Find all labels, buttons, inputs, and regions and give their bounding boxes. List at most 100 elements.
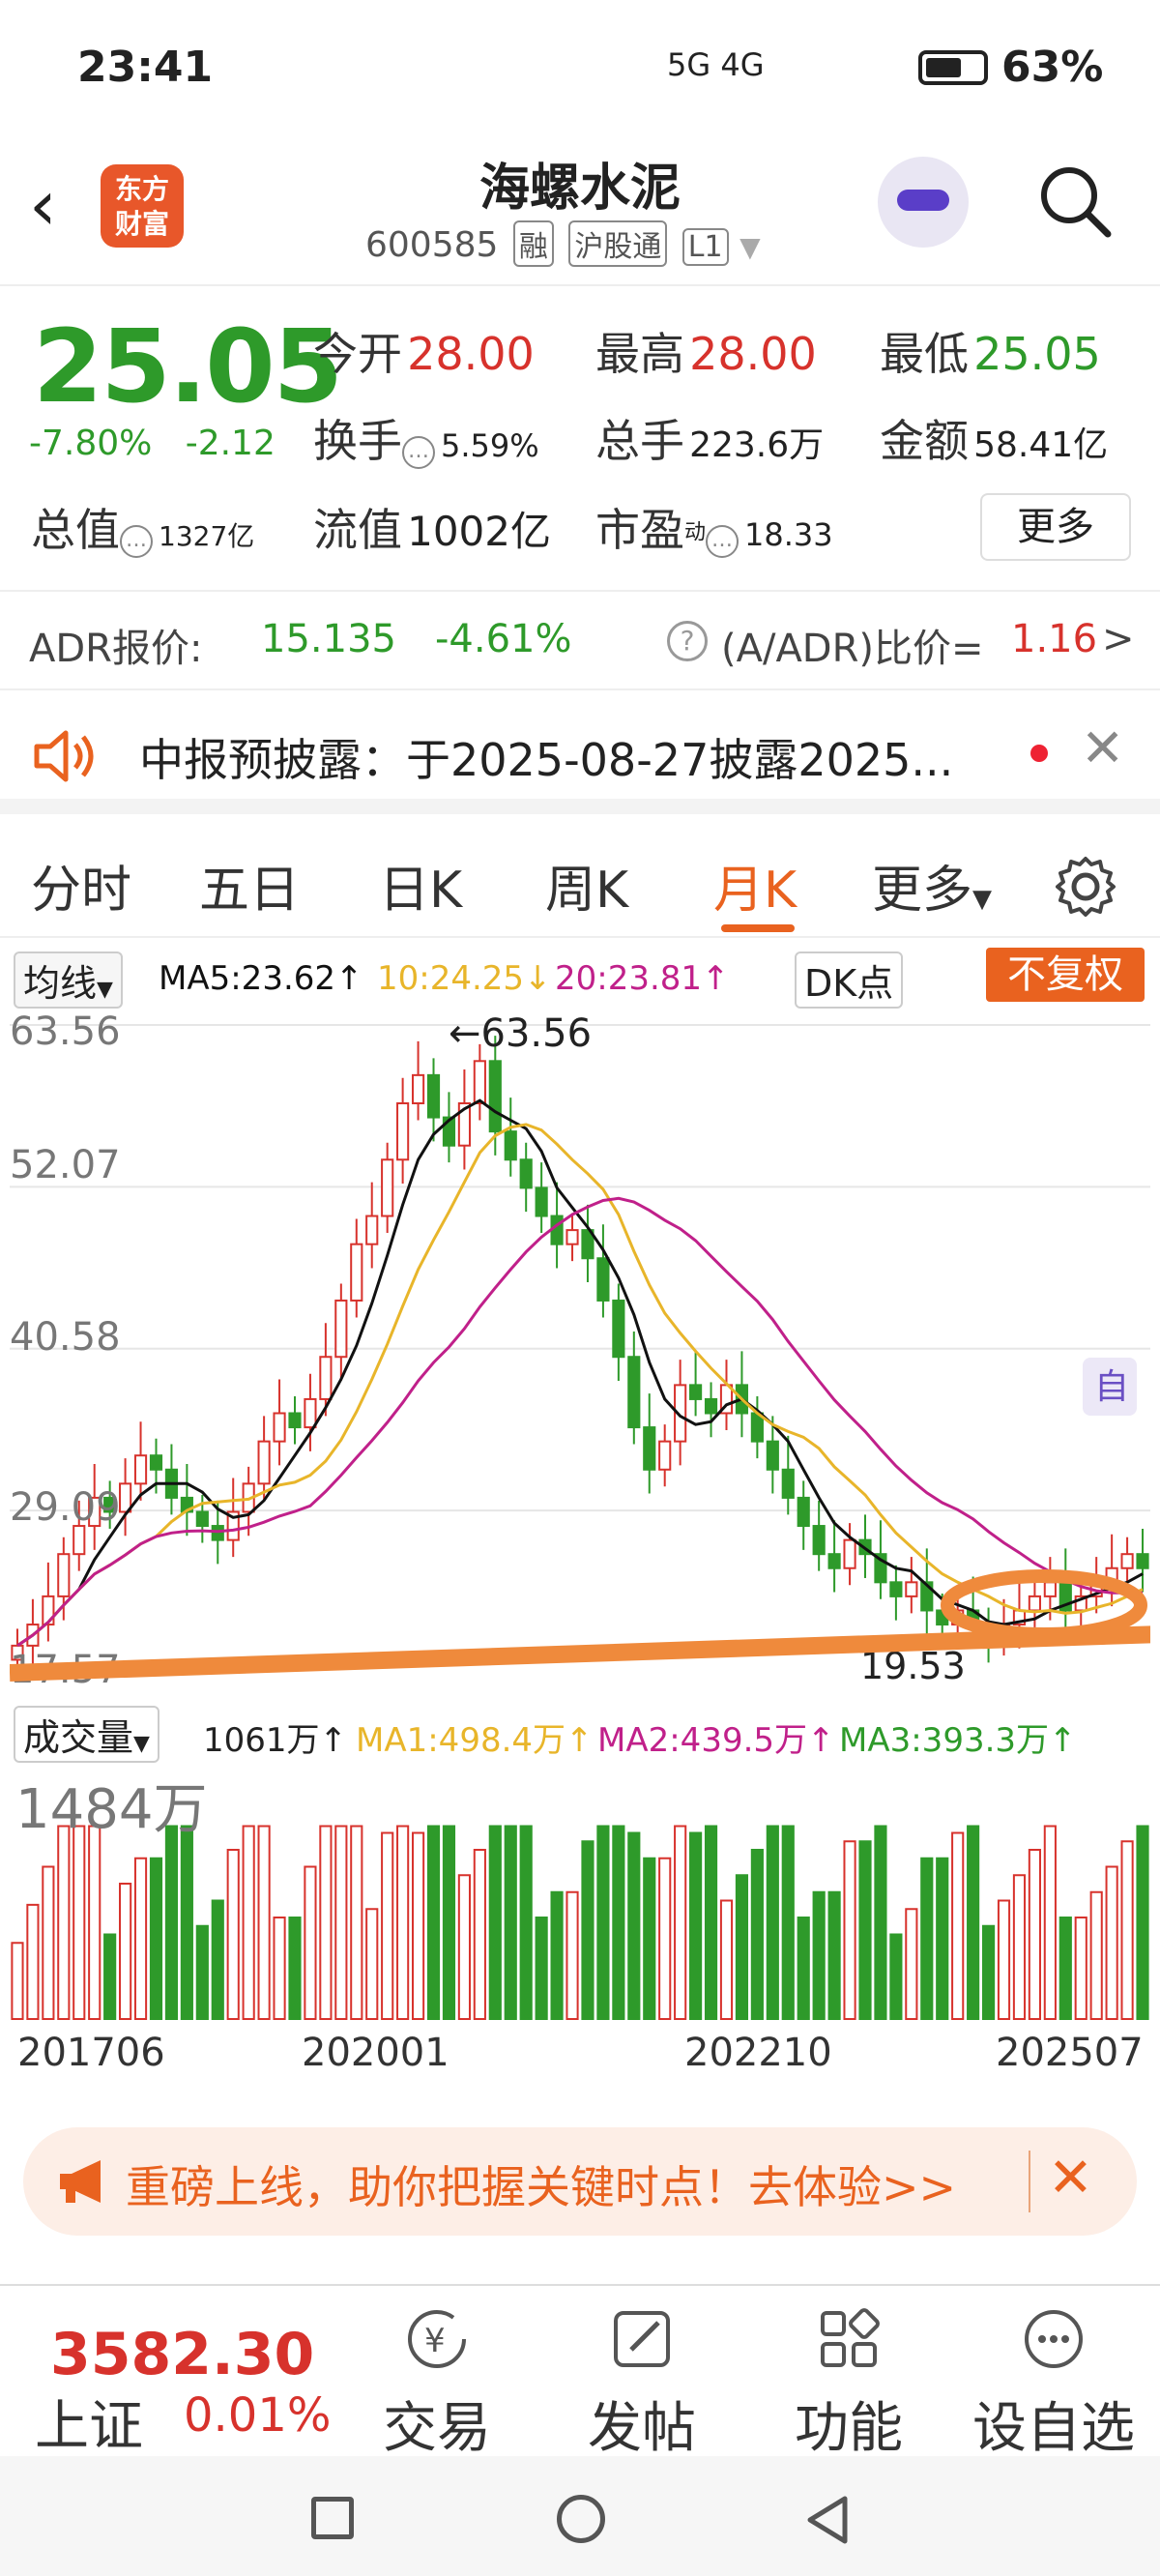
candle — [273, 1412, 286, 1443]
ma-selector[interactable]: 均线▼ — [14, 951, 123, 1009]
volume-bar — [689, 1831, 703, 2020]
candle — [1043, 1581, 1057, 1597]
dk-point-selector[interactable]: DK点 — [795, 951, 904, 1009]
candle — [827, 1553, 841, 1569]
volume-bar — [627, 1831, 641, 2020]
announcement-bar[interactable]: 中报预披露：于2025-08-27披露2025... ✕ — [0, 688, 1160, 814]
search-icon[interactable] — [1036, 162, 1114, 240]
nav-trade[interactable]: ¥ 交易 — [350, 2305, 524, 2463]
megaphone-icon — [60, 2160, 101, 2203]
nav-post[interactable]: 发帖 — [555, 2305, 729, 2463]
volume-bar — [889, 1933, 903, 2020]
candle — [889, 1581, 903, 1597]
volume-bar — [719, 1899, 734, 2020]
volume-bar — [473, 1849, 486, 2020]
volume-bar — [735, 1874, 749, 2020]
candle — [1028, 1595, 1041, 1612]
close-icon[interactable]: ✕ — [1081, 717, 1124, 778]
volume-bar — [226, 1849, 240, 2020]
volume-bar — [843, 1840, 856, 2020]
volume-bars — [11, 1825, 1149, 2020]
volume-max-label: 1484万 — [15, 1778, 208, 1841]
adr-row[interactable]: ADR报价: 15.135 -4.61% ? (A/ADR)比价= 1.16 > — [0, 590, 1160, 687]
dropdown-icon: ▼ — [972, 885, 993, 914]
tab-weekly-k[interactable]: 周K — [545, 849, 628, 922]
turnover-field[interactable]: 换手… 5.59% — [313, 406, 539, 470]
adr-price: 15.135 — [261, 617, 396, 661]
recent-apps-icon[interactable] — [311, 2497, 354, 2539]
adjust-mode-button[interactable]: 不复权 — [986, 948, 1145, 1002]
more-info-icon[interactable]: … — [402, 435, 435, 469]
battery-percent: 63% — [1001, 43, 1104, 92]
assistant-avatar[interactable] — [878, 157, 969, 248]
tab-daily-k[interactable]: 日K — [379, 849, 462, 922]
volume-selector[interactable]: 成交量▼ — [14, 1706, 160, 1763]
tag-level: L1 — [682, 228, 729, 266]
tab-more[interactable]: 更多▼ — [872, 849, 992, 922]
low-value: 25.05 — [973, 328, 1101, 380]
nav-add-watchlist[interactable]: 设自选 — [967, 2305, 1141, 2463]
chevron-down-icon: ▼ — [740, 231, 761, 263]
pe-field[interactable]: 市盈动… 18.33 — [595, 495, 833, 559]
volume-bar — [242, 1825, 255, 2020]
volume-bar — [350, 1825, 363, 2020]
candle — [843, 1538, 856, 1569]
index-quote[interactable]: 3582.30 上证 0.01% — [0, 2286, 348, 2460]
tab-intraday[interactable]: 分时 — [31, 849, 131, 922]
volume-bar — [304, 1865, 317, 2020]
candle — [766, 1440, 779, 1471]
adr-percent: -4.61% — [435, 617, 572, 661]
candle — [365, 1215, 379, 1245]
settings-gear-icon[interactable] — [1052, 853, 1119, 921]
candle — [488, 1060, 502, 1133]
help-icon[interactable]: ? — [667, 621, 708, 661]
last-price: 25.05 — [33, 307, 343, 425]
volume-bar — [180, 1825, 193, 2020]
candle — [596, 1257, 610, 1302]
date-tick: 202507 — [996, 2031, 1144, 2075]
volume-chart[interactable]: 1484万 — [10, 1768, 1150, 2029]
volume-bar — [612, 1825, 625, 2020]
more-button[interactable]: 更多 — [980, 493, 1131, 561]
more-info-icon[interactable]: … — [706, 524, 740, 558]
open-field: 今开 28.00 — [313, 328, 535, 380]
candle — [57, 1553, 71, 1597]
promo-banner[interactable]: 重磅上线，助你把握关键时点！去体验>> ✕ — [23, 2127, 1137, 2236]
volume-bar — [396, 1825, 410, 2020]
kline-chart[interactable]: 63.56 52.07 40.58 29.09 17.57 ←63.56 19.… — [10, 1015, 1150, 1692]
quote-panel: 25.05 -7.80% -2.12 今开 28.00 最高 28.00 最低 … — [0, 288, 1160, 578]
divider — [1029, 2151, 1030, 2212]
candle — [781, 1468, 795, 1499]
nav-functions[interactable]: 功能 — [762, 2305, 936, 2463]
volume-bar — [951, 1831, 965, 2020]
volume-bar — [658, 1857, 672, 2020]
volume-value: 1061万↑ — [203, 1721, 348, 1760]
candle — [426, 1073, 441, 1119]
mktcap-field[interactable]: 总值… 1327亿 — [31, 495, 254, 559]
more-info-icon[interactable]: … — [120, 524, 153, 558]
tab-five-day[interactable]: 五日 — [199, 849, 300, 922]
candle — [704, 1397, 718, 1415]
candle — [1136, 1553, 1149, 1569]
candle — [612, 1299, 625, 1359]
volume-bar — [426, 1825, 441, 2020]
volume-bar — [812, 1890, 826, 2020]
vol-ma3-label: MA3:393.3万↑ — [839, 1721, 1077, 1760]
volume-bar — [11, 1942, 24, 2020]
low-field: 最低 25.05 — [880, 328, 1101, 380]
candle — [149, 1454, 163, 1471]
ma10-line — [16, 1123, 1144, 1648]
volume-field: 总手 223.6万 — [595, 415, 825, 467]
index-change: 0.01% — [184, 2388, 332, 2443]
close-icon[interactable]: ✕ — [1048, 2147, 1093, 2210]
stock-code: 600585 — [365, 225, 499, 265]
tab-monthly-k[interactable]: 月K — [713, 849, 797, 922]
bottom-nav: 3582.30 上证 0.01% ¥ 交易 发帖 功能 设自选 — [0, 2284, 1160, 2460]
clock: 23:41 — [77, 43, 214, 92]
yen-exchange-icon: ¥ — [408, 2310, 466, 2368]
pe-value: 18.33 — [744, 516, 833, 553]
candle — [288, 1412, 302, 1429]
home-icon[interactable] — [557, 2495, 605, 2543]
stock-code-row[interactable]: 600585 融 沪股通 L1 ▼ — [365, 220, 761, 267]
back-triangle-icon[interactable] — [804, 2495, 851, 2545]
